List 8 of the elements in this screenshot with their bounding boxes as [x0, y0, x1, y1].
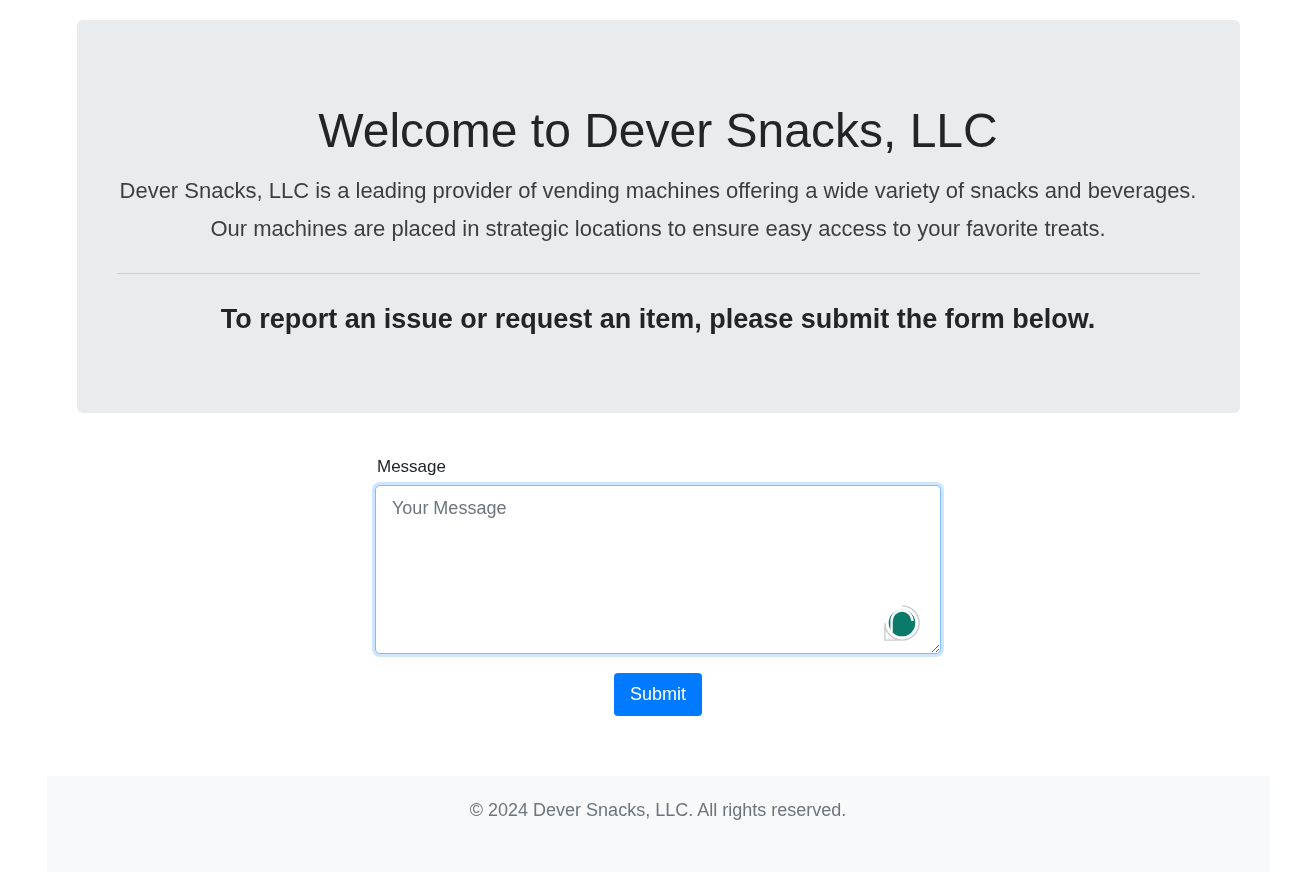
- submit-button[interactable]: Submit: [614, 672, 702, 716]
- page-title: Welcome to Dever Snacks, LLC: [317, 103, 999, 159]
- form-instructions: To report an issue or request an item, please submit the form below.: [219, 303, 1097, 335]
- message-label: Message: [377, 456, 446, 477]
- message-field[interactable]: Your Message: [375, 484, 941, 654]
- copyright-text: © 2024 Dever Snacks, LLC. All rights reserved.: [469, 799, 847, 821]
- intro-paragraph: Dever Snacks, LLC is a leading provider of vending machines offering a wide variety of snacks and beverages. Our machines are placed in strategic locations to ensure easy access to your favorite treats.: [118, 176, 1198, 244]
- chat-bubble-icon[interactable]: [883, 603, 921, 642]
